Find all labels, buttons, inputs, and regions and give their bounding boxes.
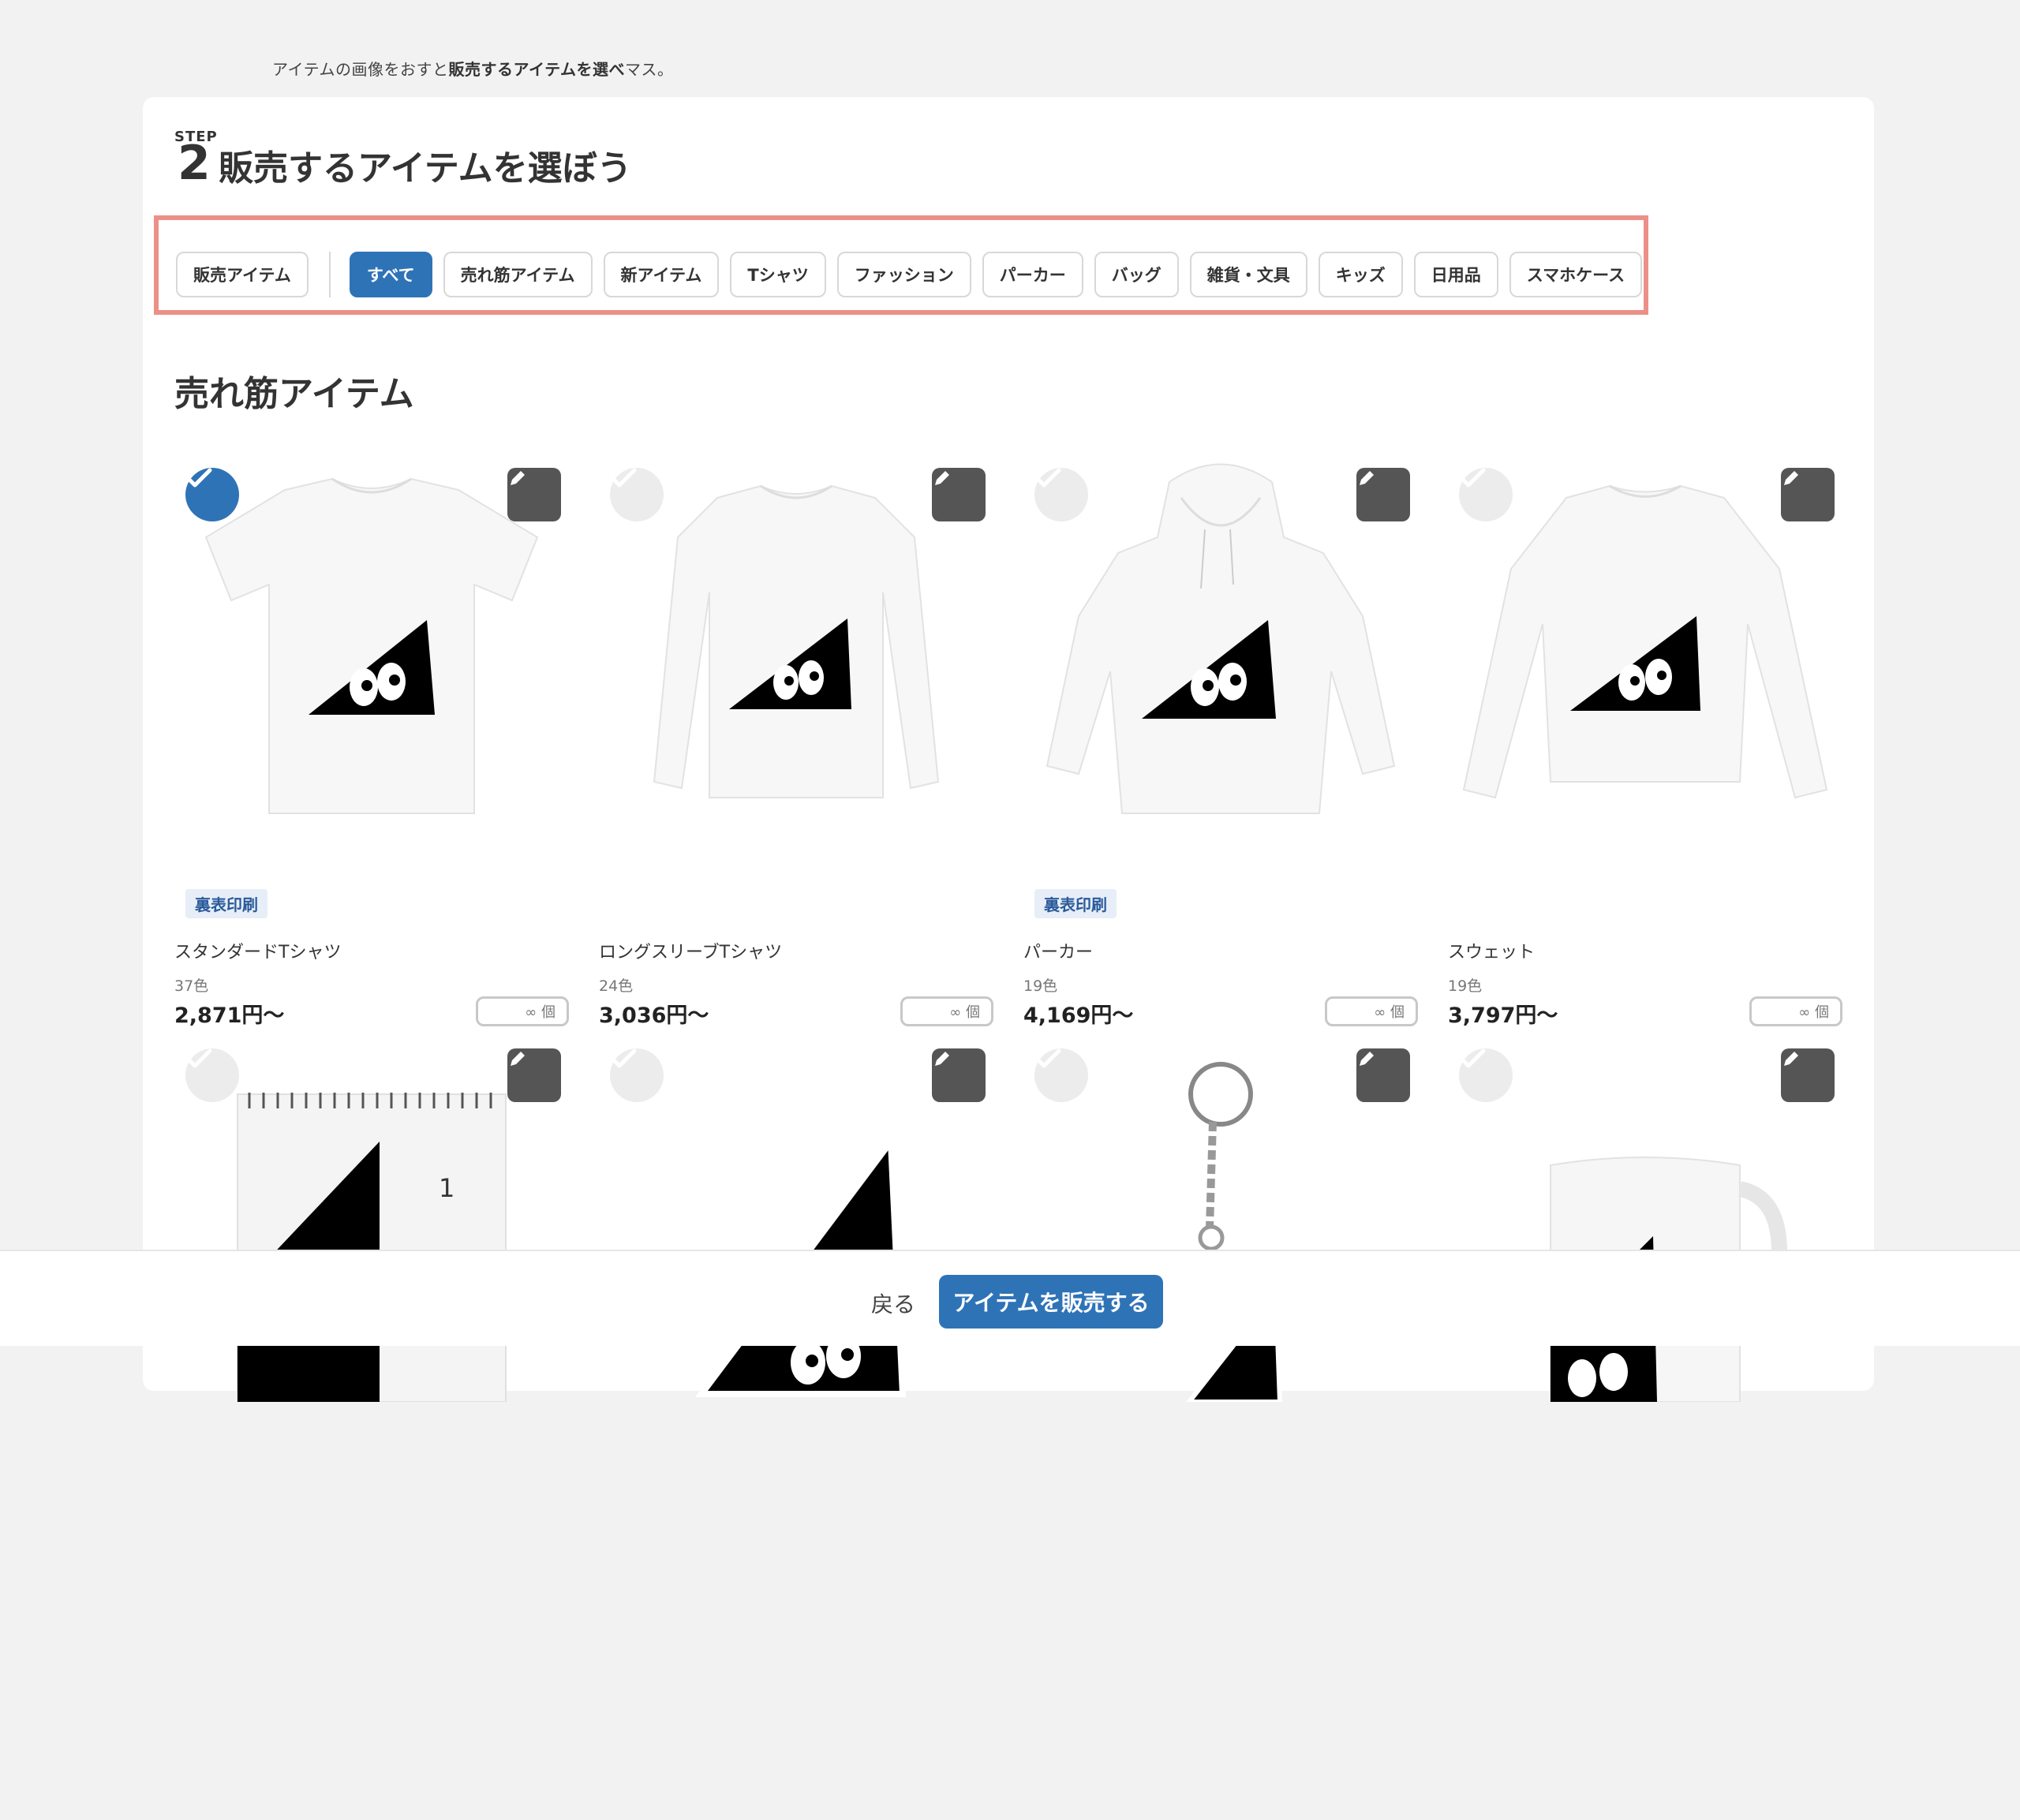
check-icon — [1459, 468, 1486, 488]
edit-button[interactable] — [1356, 1048, 1410, 1102]
item-card-keychain[interactable] — [1023, 1031, 1418, 1820]
item-colors: 19色 — [1448, 977, 1483, 995]
item-selection-card: STEP 2 販売するアイテムを選ぼう 販売アイテム すべて 売れ筋アイテム 新… — [143, 97, 1874, 1402]
print-badge: 裏表印刷 — [1034, 889, 1117, 918]
filter-bestsellers[interactable]: 売れ筋アイテム — [443, 252, 593, 297]
item-image[interactable]: 1 — [174, 1031, 569, 1402]
select-check[interactable] — [1034, 468, 1088, 521]
edit-button[interactable] — [1356, 468, 1410, 521]
back-link[interactable]: 戻る — [871, 1287, 915, 1319]
select-check[interactable] — [610, 468, 664, 521]
pencil-icon — [511, 471, 525, 485]
pencil-icon — [1360, 471, 1374, 485]
select-check[interactable] — [185, 468, 239, 521]
print-badge: 裏表印刷 — [185, 889, 267, 918]
step-title: 販売するアイテムを選ぼう — [219, 148, 632, 189]
select-check[interactable] — [1459, 1048, 1513, 1102]
filter-tshirts[interactable]: Tシャツ — [730, 252, 826, 297]
edit-button[interactable] — [932, 1048, 986, 1102]
filter-phone-cases[interactable]: スマホケース — [1509, 252, 1643, 297]
item-image[interactable] — [1448, 1031, 1842, 1402]
item-image[interactable] — [1023, 1031, 1418, 1402]
pencil-icon — [935, 471, 949, 485]
quantity-field[interactable]: ∞ 個 — [476, 996, 569, 1026]
check-icon — [1459, 1048, 1486, 1068]
select-check[interactable] — [610, 1048, 664, 1102]
pencil-icon — [1784, 471, 1798, 485]
hint-bold: 販売するアイテムを選べ — [448, 60, 625, 79]
item-image[interactable] — [599, 450, 993, 821]
select-check[interactable] — [1459, 468, 1513, 521]
filter-daily-goods[interactable]: 日用品 — [1413, 252, 1498, 297]
pencil-icon — [511, 1052, 525, 1066]
check-icon — [185, 1048, 212, 1068]
edit-button[interactable] — [507, 468, 561, 521]
item-image[interactable] — [174, 450, 569, 821]
item-image[interactable] — [1448, 450, 1842, 821]
filter-hoodies[interactable]: パーカー — [982, 252, 1083, 297]
check-icon — [1034, 468, 1061, 488]
category-filter-bar: 販売アイテム すべて 売れ筋アイテム 新アイテム Tシャツ ファッション パーカ… — [154, 215, 1648, 315]
section-title: 売れ筋アイテム — [174, 374, 414, 414]
check-icon — [1034, 1048, 1061, 1068]
quantity-field[interactable]: ∞ 個 — [1325, 996, 1418, 1026]
select-check[interactable] — [1034, 1048, 1088, 1102]
item-colors: 19色 — [1023, 977, 1058, 995]
pencil-icon — [935, 1052, 949, 1066]
edit-button[interactable] — [932, 468, 986, 521]
quantity-field[interactable]: ∞ 個 — [1749, 996, 1842, 1026]
filter-new[interactable]: 新アイテム — [603, 252, 720, 297]
item-name: スウェット — [1448, 943, 1536, 962]
sell-item-button[interactable]: アイテムを販売する — [939, 1275, 1163, 1329]
item-image[interactable] — [599, 1031, 993, 1402]
edit-button[interactable] — [1781, 1048, 1835, 1102]
item-card-sticker[interactable] — [599, 1031, 993, 1820]
calendar-month-number: 1 — [439, 1173, 454, 1203]
quantity-field[interactable]: ∞ 個 — [900, 996, 993, 1026]
filter-goods-stationery[interactable]: 雑貨・文具 — [1189, 252, 1307, 297]
footer-action-bar: 戻る アイテムを販売する — [0, 1250, 2020, 1346]
instruction-hint: アイテムの画像をおすと販売するアイテムを選べマス。 — [272, 57, 674, 80]
item-card-calendar[interactable]: 1 — [174, 1031, 569, 1820]
item-colors: 24色 — [599, 977, 634, 995]
filter-selling-items[interactable]: 販売アイテム — [176, 252, 309, 297]
filter-divider — [328, 252, 331, 297]
hint-prefix: アイテムの画像をおすと — [272, 60, 449, 79]
item-card-mug[interactable] — [1448, 1031, 1842, 1820]
check-icon — [610, 1048, 637, 1068]
item-name: ロングスリーブTシャツ — [599, 943, 783, 962]
item-price: 2,871円〜 — [174, 1003, 285, 1028]
filter-kids[interactable]: キッズ — [1318, 252, 1403, 297]
pencil-icon — [1784, 1052, 1798, 1066]
edit-button[interactable] — [507, 1048, 561, 1102]
hint-suffix: マス。 — [625, 60, 674, 79]
step-number: 2 — [178, 136, 211, 191]
item-price: 3,036円〜 — [599, 1003, 709, 1028]
item-name: パーカー — [1023, 943, 1094, 962]
select-check[interactable] — [185, 1048, 239, 1102]
filter-fashion[interactable]: ファッション — [836, 252, 971, 297]
edit-button[interactable] — [1781, 468, 1835, 521]
pencil-icon — [1360, 1052, 1374, 1066]
check-icon — [610, 468, 637, 488]
item-price: 4,169円〜 — [1023, 1003, 1134, 1028]
filter-bags[interactable]: バッグ — [1094, 252, 1179, 297]
check-icon — [185, 468, 212, 488]
item-name: スタンダードTシャツ — [174, 943, 342, 962]
item-colors: 37色 — [174, 977, 209, 995]
item-price: 3,797円〜 — [1448, 1003, 1558, 1028]
filter-all[interactable]: すべて — [349, 252, 432, 297]
item-image[interactable] — [1023, 450, 1418, 821]
